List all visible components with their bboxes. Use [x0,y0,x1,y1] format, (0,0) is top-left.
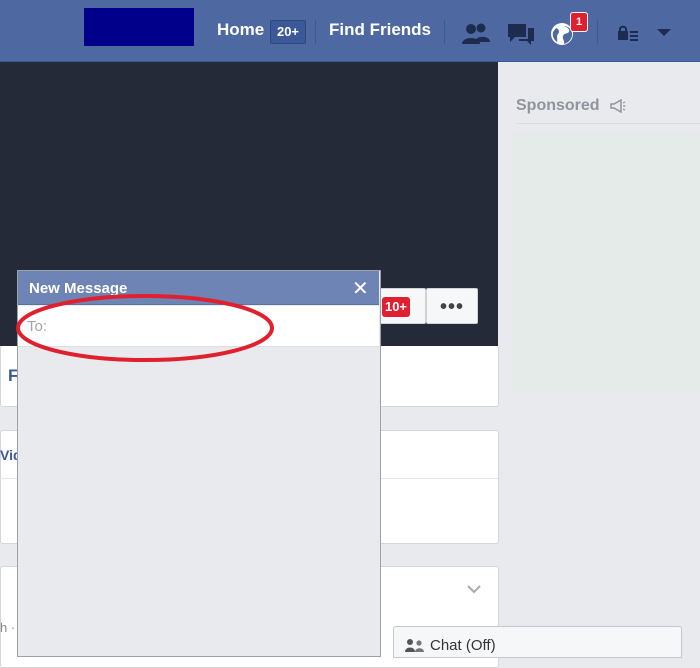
megaphone-icon [610,99,626,113]
nav-home-count-badge: 20+ [270,20,306,44]
sponsored-divider [516,123,700,124]
chat-status-label[interactable]: Chat (Off) [430,637,496,654]
nav-home-link[interactable]: Home [217,20,264,40]
sponsored-ad-area[interactable] [512,131,700,393]
more-options-icon: ••• [440,296,465,318]
sponsored-label: Sponsored [516,97,600,114]
nav-find-friends-link[interactable]: Find Friends [329,20,431,40]
new-message-title: New Message [29,280,128,297]
close-icon[interactable]: ✕ [352,276,369,301]
chat-people-icon [405,639,424,652]
redacted-logo [84,8,194,46]
nav-divider [444,20,445,44]
recipient-label: To: [27,318,48,335]
chevron-down-icon[interactable] [656,28,672,38]
notification-pill: 10+ [382,297,410,317]
privacy-lock-icon[interactable] [617,24,639,42]
messages-icon[interactable] [506,22,536,48]
post-meta: h · [0,620,16,635]
nav-divider [597,20,598,44]
recipient-input[interactable] [52,312,374,342]
chevron-down-icon[interactable] [466,584,482,594]
friend-requests-icon[interactable] [461,22,491,46]
notification-count-badge: 1 [570,12,588,32]
nav-divider [315,20,316,44]
